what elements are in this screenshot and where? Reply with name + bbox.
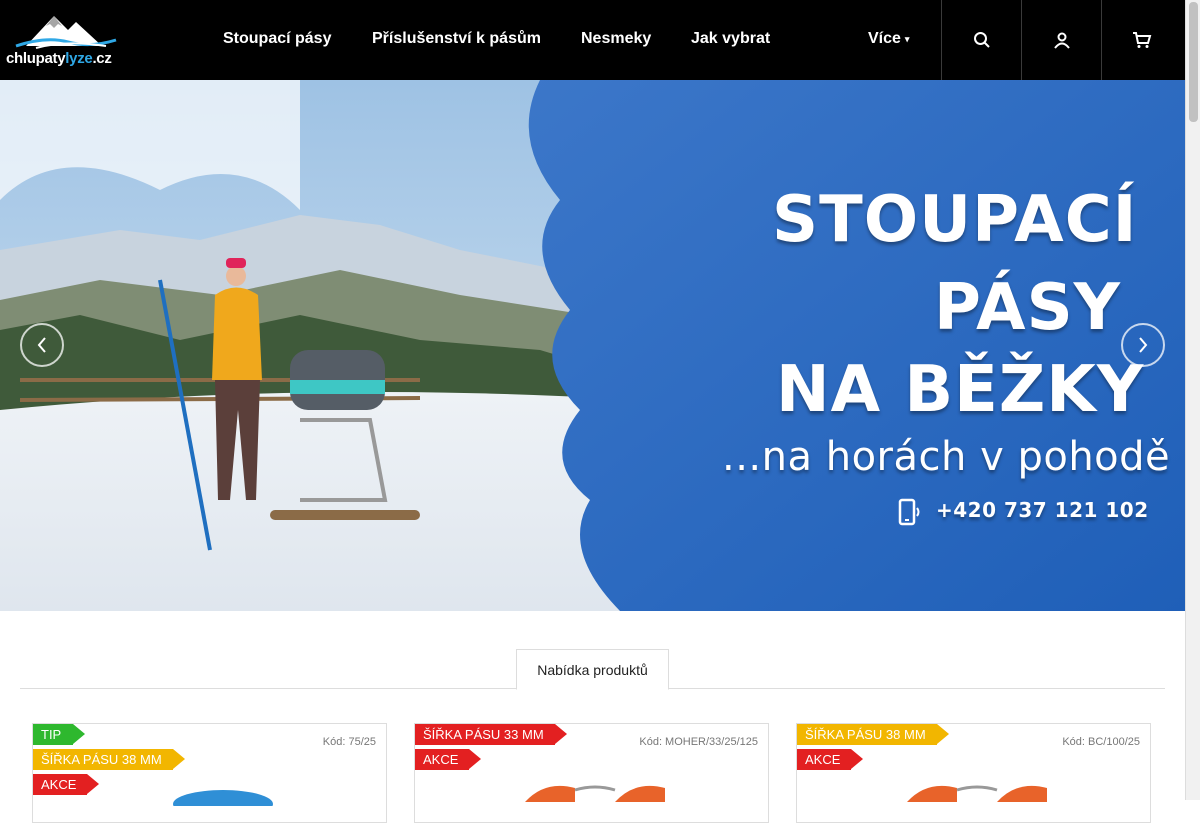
- flag-badge: ŠÍŘKA PÁSU 38 MM: [797, 724, 949, 745]
- phone-icon: [898, 498, 920, 526]
- user-icon: [1053, 32, 1070, 49]
- logo-text-main: chlupaty: [6, 50, 66, 67]
- nav-item-jak-vybrat[interactable]: Jak vybrat: [691, 30, 770, 48]
- hero-title-line3: NA BĚŽKY: [776, 353, 1145, 427]
- nav-more-button[interactable]: Více ▾: [868, 30, 909, 48]
- page-scrollbar[interactable]: [1185, 0, 1200, 800]
- slider-prev-button[interactable]: [20, 323, 64, 367]
- search-icon: [973, 32, 990, 48]
- hero-slider: STOUPACÍ PÁSY NA BĚŽKY ...na horách v po…: [0, 80, 1185, 611]
- scrollbar-thumb[interactable]: [1189, 2, 1198, 122]
- product-image: [173, 790, 273, 806]
- product-card[interactable]: ŠÍŘKA PÁSU 38 MM AKCE Kód: BC/100/25: [796, 723, 1151, 823]
- nav-item-nesmeky[interactable]: Nesmeky: [581, 30, 651, 48]
- product-code: Kód: MOHER/33/25/125: [639, 736, 758, 748]
- tab-nabidka-produktu[interactable]: Nabídka produktů: [516, 649, 669, 690]
- search-button[interactable]: [941, 0, 1021, 80]
- product-image: [525, 785, 665, 802]
- logo-text-accent: lyze: [65, 50, 93, 67]
- cart-icon: [1132, 32, 1151, 48]
- nav-item-prislusenstvi[interactable]: Příslušenství k pásům: [372, 30, 541, 48]
- account-button[interactable]: [1021, 0, 1101, 80]
- cart-button[interactable]: [1101, 0, 1181, 80]
- chevron-right-icon: [1139, 337, 1148, 353]
- flag-badge: ŠÍŘKA PÁSU 33 MM: [415, 724, 567, 745]
- product-code: Kód: BC/100/25: [1062, 736, 1140, 748]
- hero-subtitle: ...na horách v pohodě: [722, 434, 1171, 480]
- hero-title-line2: PÁSY: [934, 271, 1121, 345]
- chevron-left-icon: [37, 337, 46, 353]
- mountain-logo-icon: [15, 16, 117, 49]
- hero-phone: +420 737 121 102: [936, 498, 1149, 522]
- product-card[interactable]: TIP ŠÍŘKA PÁSU 38 MM AKCE Kód: 75/25: [32, 723, 387, 823]
- flag-badge: ŠÍŘKA PÁSU 38 MM: [33, 749, 185, 770]
- product-card[interactable]: ŠÍŘKA PÁSU 33 MM AKCE Kód: MOHER/33/25/1…: [414, 723, 769, 823]
- nav-item-stoupaci-pasy[interactable]: Stoupací pásy: [223, 30, 331, 48]
- product-image: [907, 785, 1047, 802]
- slider-next-button[interactable]: [1121, 323, 1165, 367]
- chevron-down-icon: ▾: [904, 34, 910, 44]
- flag-badge: AKCE: [797, 749, 863, 770]
- site-logo[interactable]: chlupatylyze.cz: [6, 10, 130, 72]
- nav-more-label: Více: [868, 30, 901, 47]
- flag-badge: AKCE: [415, 749, 481, 770]
- hero-title-line1: STOUPACÍ: [772, 183, 1138, 257]
- hero-background-image: [0, 80, 1185, 611]
- site-header: chlupatylyze.cz Stoupací pásy Příslušens…: [0, 0, 1185, 80]
- logo-text-tld: .cz: [92, 50, 112, 67]
- flag-badge: TIP: [33, 724, 85, 745]
- flag-badge: AKCE: [33, 774, 99, 795]
- product-code: Kód: 75/25: [322, 736, 376, 748]
